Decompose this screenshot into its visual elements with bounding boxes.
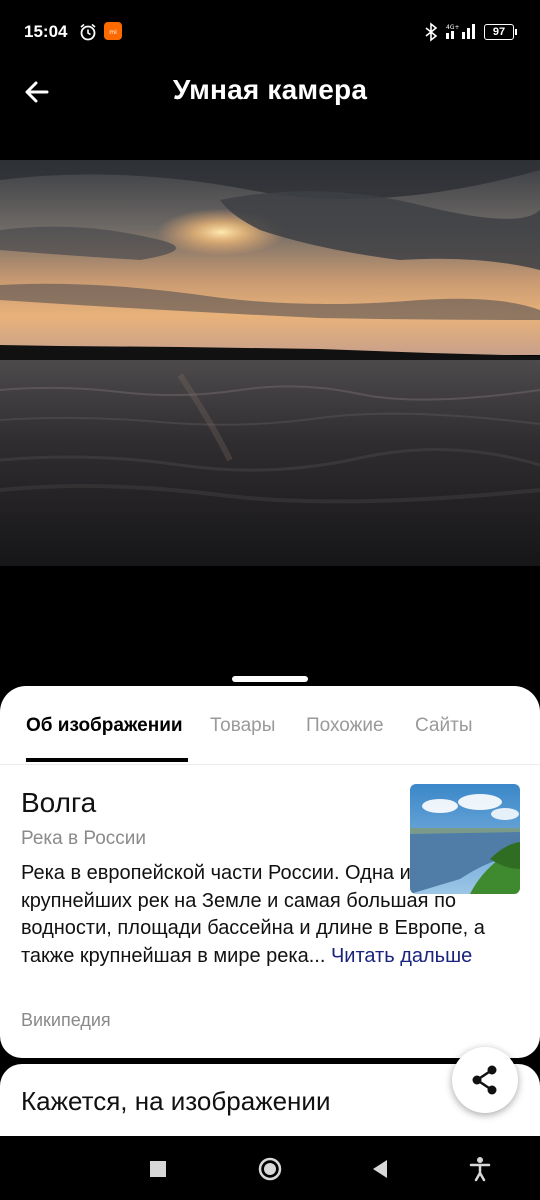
sheet-drag-handle[interactable]: [232, 676, 308, 682]
alarm-icon: [80, 23, 96, 41]
battery-level: 97: [492, 26, 506, 38]
back-nav-button[interactable]: [370, 1154, 390, 1182]
system-nav-bar: [0, 1136, 540, 1200]
svg-text:mi: mi: [109, 29, 117, 36]
info-sheet: Об изображении Товары Похожие Сайты Волг…: [0, 686, 540, 1058]
read-more-link[interactable]: Читать дальше: [331, 945, 472, 967]
entity-thumbnail[interactable]: [410, 784, 520, 894]
battery-icon: 97: [484, 24, 517, 40]
status-time: 15:04: [24, 22, 68, 41]
share-icon: [472, 1065, 497, 1095]
tab-similar[interactable]: Похожие: [306, 715, 384, 737]
entity-subtitle: Река в России: [21, 828, 146, 849]
accessibility-icon[interactable]: [468, 1154, 492, 1182]
app-notification-icon: mi: [104, 22, 122, 40]
svg-text:4G+: 4G+: [446, 24, 460, 31]
bluetooth-icon: [425, 22, 438, 42]
section-title: Кажется, на изображении: [21, 1086, 331, 1116]
active-tab-indicator: [26, 758, 188, 762]
page-title: Умная камера: [172, 74, 368, 105]
tab-about-image[interactable]: Об изображении: [26, 715, 183, 737]
app-header: Умная камера: [0, 60, 540, 124]
tab-products[interactable]: Товары: [210, 715, 275, 737]
status-bar: 15:04 mi 4G+ 97: [0, 0, 540, 64]
share-button[interactable]: [452, 1047, 518, 1113]
analyzed-photo[interactable]: [0, 160, 540, 566]
home-button[interactable]: [256, 1154, 284, 1182]
recent-apps-button[interactable]: [148, 1154, 168, 1182]
tab-bar: Об изображении Товары Похожие Сайты: [0, 686, 540, 765]
entity-source[interactable]: Википедия: [21, 1010, 111, 1031]
entity-title: Волга: [21, 787, 97, 818]
tab-sites[interactable]: Сайты: [415, 715, 472, 737]
signal-4g-icon: 4G+: [446, 24, 475, 39]
